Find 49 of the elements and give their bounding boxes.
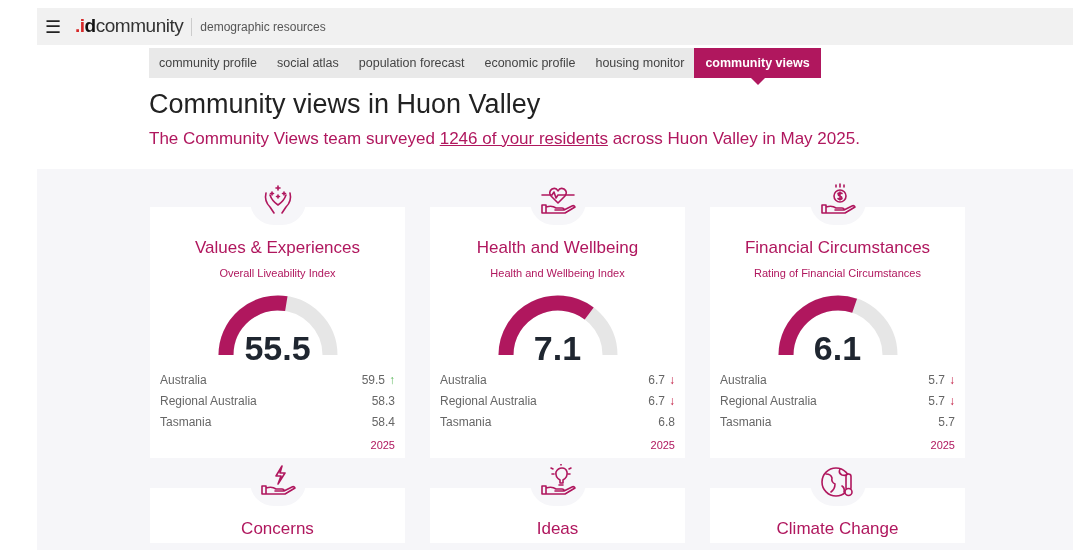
- card-title: Financial Circumstances: [743, 237, 932, 259]
- comparison-label: Australia: [440, 372, 487, 389]
- comparison-label: Tasmania: [720, 414, 772, 431]
- year-label: 2025: [930, 438, 955, 453]
- card-title: Climate Change: [775, 517, 900, 539]
- card-title: Health and Wellbeing: [475, 237, 640, 259]
- comparison-label: Tasmania: [160, 414, 212, 431]
- trend-arrow-icon: ↓: [669, 371, 675, 389]
- page-title: Community views in Huon Valley: [149, 88, 542, 121]
- intro-text: The Community Views team surveyed 1246 of your residents across Huon Valley in May 2025.: [149, 127, 861, 150]
- trend-arrow-icon: ↓: [949, 371, 955, 389]
- card-subtitle: Rating of Financial Circumstances: [753, 265, 922, 281]
- comparison-label: Australia: [160, 372, 207, 389]
- comparison-label: Tasmania: [440, 414, 492, 431]
- trend-arrow-icon: ↓: [949, 392, 955, 410]
- comparison-label: Regional Australia: [160, 393, 257, 410]
- nav-tab[interactable]: social atlas: [266, 48, 349, 78]
- comparison-label: Regional Australia: [440, 393, 537, 410]
- card-title: Values & Experiences: [193, 237, 362, 259]
- comparison-value: 58.4: [371, 414, 395, 431]
- residents-link[interactable]: 1246 of your residents: [439, 128, 608, 148]
- logo: .idcommunity: [75, 14, 184, 39]
- year-label: 2025: [650, 438, 675, 453]
- tagline: demographic resources: [191, 17, 326, 36]
- nav-tab[interactable]: community profile: [149, 48, 267, 78]
- card-title: Ideas: [535, 517, 580, 539]
- comparison-value: 6.7: [648, 393, 665, 410]
- card-subtitle: Overall Liveability Index: [218, 265, 337, 281]
- comparison-label: Australia: [720, 372, 767, 389]
- comparison-value: 5.7: [928, 372, 945, 389]
- nav-tab[interactable]: economic profile: [474, 48, 586, 78]
- comparison-label: Regional Australia: [720, 393, 817, 410]
- trend-arrow-icon: ↓: [669, 392, 675, 410]
- card-title: Concerns: [240, 517, 315, 539]
- card-subtitle: Health and Wellbeing Index: [489, 265, 626, 281]
- gauge-value: 7.1: [532, 331, 583, 365]
- comparison-value: 58.3: [371, 393, 395, 410]
- trend-arrow-icon: ↑: [389, 371, 395, 389]
- gauge-value: 6.1: [812, 331, 863, 365]
- comparison-value: 5.7: [938, 414, 955, 431]
- comparison-value: 6.8: [658, 414, 675, 431]
- gauge-value: 55.5: [243, 331, 312, 365]
- comparison-value: 6.7: [648, 372, 665, 389]
- nav-tab[interactable]: population forecast: [348, 48, 475, 78]
- year-label: 2025: [370, 438, 395, 453]
- tab-pointer-icon: [750, 78, 765, 85]
- comparison-value: 5.7: [928, 393, 945, 410]
- nav-tab[interactable]: housing monitor: [585, 48, 695, 78]
- comparison-value: 59.5: [361, 372, 385, 389]
